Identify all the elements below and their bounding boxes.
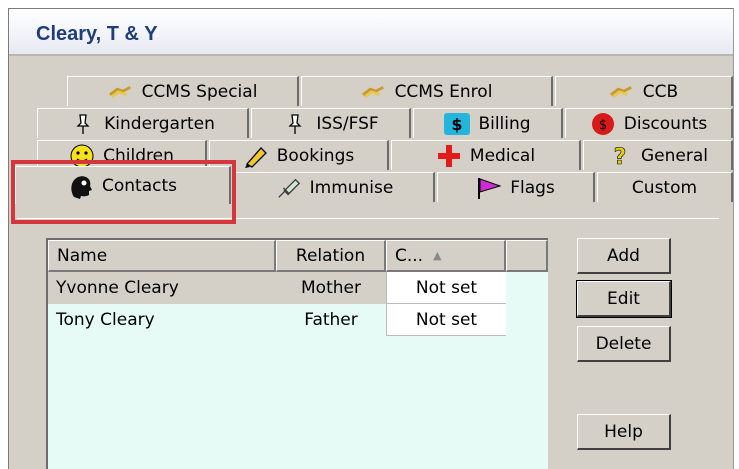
- table-row-cell-c[interactable]: Not set: [386, 304, 506, 336]
- title-divider: [9, 54, 733, 56]
- window-title: Cleary, T & Y: [36, 23, 158, 45]
- highlight-box: [11, 160, 236, 224]
- tab-ccms-special[interactable]: CCMS Special: [67, 76, 299, 106]
- table-row-cell-relation[interactable]: Father: [276, 304, 386, 336]
- tab-label: Custom: [631, 177, 698, 198]
- tab-ccms-enrol[interactable]: CCMS Enrol: [301, 76, 553, 106]
- contact-dialog-window: Cleary, T & Y CCMS Special CCMS Enrol CC…: [8, 8, 734, 469]
- column-header-label: Name: [57, 245, 108, 266]
- tab-label: Kindergarten: [104, 113, 215, 134]
- medical-cross-icon: [436, 144, 462, 167]
- tab-medical[interactable]: Medical: [391, 140, 581, 170]
- tab-ccb[interactable]: CCB: [555, 76, 733, 106]
- svg-text:$: $: [452, 115, 463, 134]
- pencil-icon: [243, 145, 269, 168]
- table-row-cell-name[interactable]: Yvonne Cleary: [48, 272, 276, 304]
- tab-flags[interactable]: Flags: [437, 172, 595, 202]
- tab-label: Billing: [478, 113, 531, 134]
- column-header-label: Relation: [295, 245, 366, 266]
- tab-iss-fsf[interactable]: ISS/FSF: [251, 108, 411, 138]
- column-header-label: C...: [395, 245, 424, 266]
- tab-label: ISS/FSF: [316, 113, 379, 134]
- help-button[interactable]: Help: [577, 414, 671, 450]
- contacts-list[interactable]: Name Relation C... ▲ Yvonne Cleary Mothe…: [46, 238, 548, 469]
- title-bar: Cleary, T & Y: [9, 9, 733, 54]
- tab-label: CCMS Enrol: [394, 81, 493, 102]
- tab-label: CCMS Special: [141, 81, 258, 102]
- tab-immunise[interactable]: Immunise: [235, 172, 435, 202]
- column-header-relation[interactable]: Relation: [276, 240, 386, 272]
- handshake-icon: [609, 81, 635, 103]
- tab-kindergarten[interactable]: Kindergarten: [37, 108, 249, 138]
- tab-label: Flags: [510, 177, 555, 198]
- tab-custom[interactable]: Custom: [597, 172, 733, 202]
- table-row-cell-relation[interactable]: Mother: [276, 272, 386, 304]
- pin-icon: [282, 113, 308, 135]
- edit-button[interactable]: Edit: [576, 280, 672, 318]
- svg-text:?: ?: [614, 145, 627, 168]
- tab-billing[interactable]: $ Billing: [413, 108, 563, 138]
- sort-ascending-icon: ▲: [433, 249, 442, 262]
- tab-label: General: [641, 145, 708, 166]
- syringe-icon: [276, 177, 302, 199]
- tab-general[interactable]: ? General: [583, 140, 733, 170]
- column-header-c[interactable]: C... ▲: [386, 240, 506, 272]
- tab-label: Medical: [469, 145, 536, 166]
- discount-icon: $: [590, 112, 616, 135]
- table-row-cell-c[interactable]: Not set: [386, 272, 506, 304]
- question-icon: ?: [607, 144, 633, 168]
- dollar-icon: $: [444, 112, 471, 135]
- flag-icon: [476, 177, 502, 199]
- handshake-icon: [108, 81, 134, 103]
- pin-icon: [70, 113, 96, 135]
- tab-label: Bookings: [276, 145, 355, 166]
- tab-label: Discounts: [623, 113, 708, 134]
- table-row-cell-name[interactable]: Tony Cleary: [48, 304, 276, 336]
- tab-label: Immunise: [309, 177, 394, 198]
- add-button[interactable]: Add: [577, 238, 671, 274]
- column-header-name[interactable]: Name: [48, 240, 276, 272]
- svg-text:$: $: [599, 118, 607, 133]
- handshake-icon: [361, 81, 387, 103]
- tab-label: CCB: [642, 81, 679, 102]
- column-header-filler: [506, 240, 548, 272]
- tab-discounts[interactable]: $ Discounts: [565, 108, 733, 138]
- delete-button[interactable]: Delete: [577, 326, 671, 362]
- tab-bookings[interactable]: Bookings: [209, 140, 389, 170]
